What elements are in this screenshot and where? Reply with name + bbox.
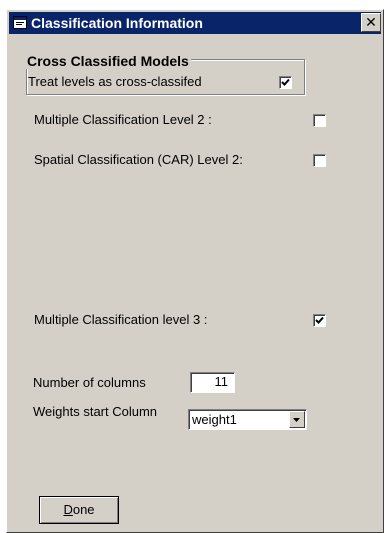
checkmark-icon [281, 78, 290, 86]
close-icon: ✕ [365, 14, 377, 30]
multiple-classification-level2-label: Multiple Classification Level 2 : [34, 112, 212, 127]
treat-levels-checkbox[interactable] [279, 76, 292, 89]
treat-levels-label: Treat levels as cross-classifed [28, 74, 202, 89]
done-mnemonic: D [63, 502, 73, 517]
number-of-columns-input[interactable]: 11 [190, 372, 235, 393]
dropdown-button[interactable] [289, 411, 305, 428]
multiple-classification-level2-checkbox[interactable] [313, 114, 326, 127]
chevron-down-icon [293, 418, 300, 422]
close-button[interactable]: ✕ [361, 13, 381, 32]
weights-start-column-value: weight1 [192, 412, 237, 427]
checkmark-icon [315, 316, 324, 324]
spatial-classification-label: Spatial Classification (CAR) Level 2: [34, 152, 243, 167]
number-of-columns-label: Number of columns [33, 375, 146, 390]
window-icon [13, 16, 27, 29]
weights-start-column-select[interactable]: weight1 [188, 409, 307, 430]
multiple-classification-level3-checkbox[interactable] [313, 314, 326, 327]
spatial-classification-checkbox[interactable] [313, 154, 326, 167]
multiple-classification-level3-label: Multiple Classification level 3 : [34, 312, 208, 327]
weights-start-column-label: Weights start Column [33, 404, 158, 419]
title-bar[interactable]: Classification Information ✕ [9, 12, 381, 34]
done-label: one [72, 502, 95, 517]
classification-dialog: Classification Information ✕ Cross Class… [6, 9, 384, 533]
done-button[interactable]: Done [39, 496, 119, 524]
cross-classified-group-title: Cross Classified Models [25, 53, 191, 69]
window-title: Classification Information [31, 15, 203, 31]
